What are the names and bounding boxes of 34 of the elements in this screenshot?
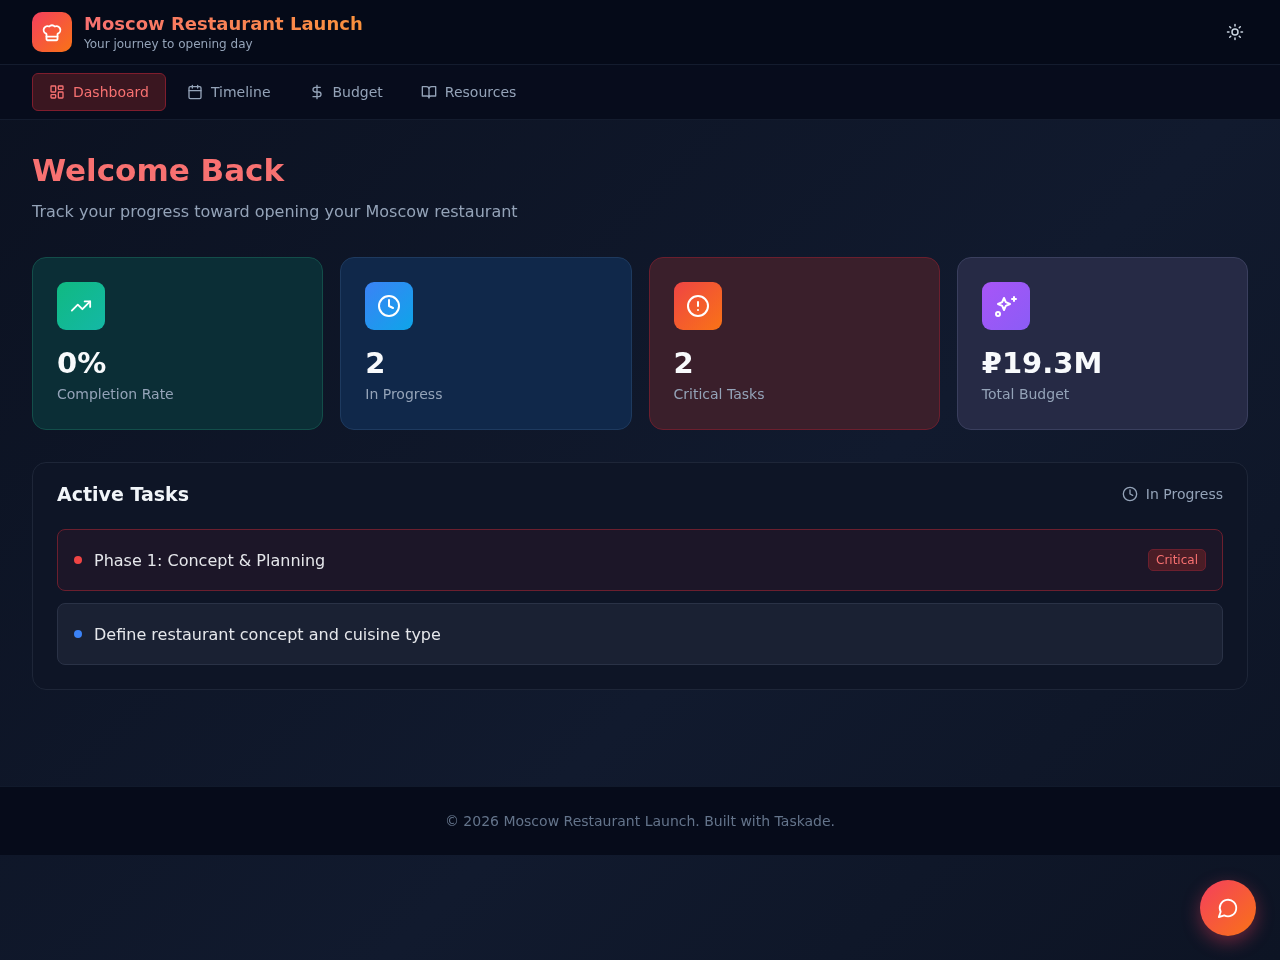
stat-value: 0% (57, 346, 108, 380)
chat-button[interactable] (1200, 880, 1256, 936)
footer-text: © 2026 Moscow Restaurant Launch. Built with Taskade. (444, 813, 836, 829)
calendar-icon (186, 84, 203, 100)
clock-icon (377, 294, 402, 318)
task-row[interactable]: Define restaurant concept and cuisine type (57, 603, 1223, 665)
sparkles-icon (993, 294, 1018, 318)
task-row[interactable]: Phase 1: Concept & Planning Critical (57, 529, 1223, 591)
welcome-heading: Welcome Back (32, 152, 286, 188)
priority-badge: Critical (1148, 549, 1206, 571)
task-title: Phase 1: Concept & Planning (94, 550, 327, 570)
chef-hat-icon (41, 21, 63, 43)
stat-label: Critical Tasks (673, 386, 766, 402)
task-title: Define restaurant concept and cuisine type (94, 624, 442, 644)
stat-value: 2 (365, 346, 387, 380)
filter-label: In Progress (1145, 486, 1223, 502)
sun-icon (1226, 23, 1244, 41)
app-subtitle: Your journey to opening day (84, 37, 254, 51)
panel-title: Active Tasks (57, 483, 190, 505)
nav-tab[interactable]: Budget (291, 73, 400, 111)
nav-tab[interactable]: Resources (403, 73, 534, 111)
stat-label: Completion Rate (57, 386, 175, 402)
alert-icon (685, 294, 710, 318)
book-icon (420, 84, 437, 100)
welcome-subtitle: Track your progress toward opening your Moscow restaurant (32, 202, 519, 221)
stat-value: 2 (673, 346, 695, 380)
chat-bubble-icon (1217, 897, 1239, 919)
stat-value: ₽19.3M (981, 346, 1104, 380)
nav-tab[interactable]: Timeline (169, 73, 288, 111)
nav-tab[interactable]: Dashboard (32, 73, 166, 111)
stat-label: In Progress (365, 386, 444, 402)
clock-icon (1121, 486, 1138, 502)
stat-label: Total Budget (981, 386, 1071, 402)
grid-icon (49, 84, 65, 100)
